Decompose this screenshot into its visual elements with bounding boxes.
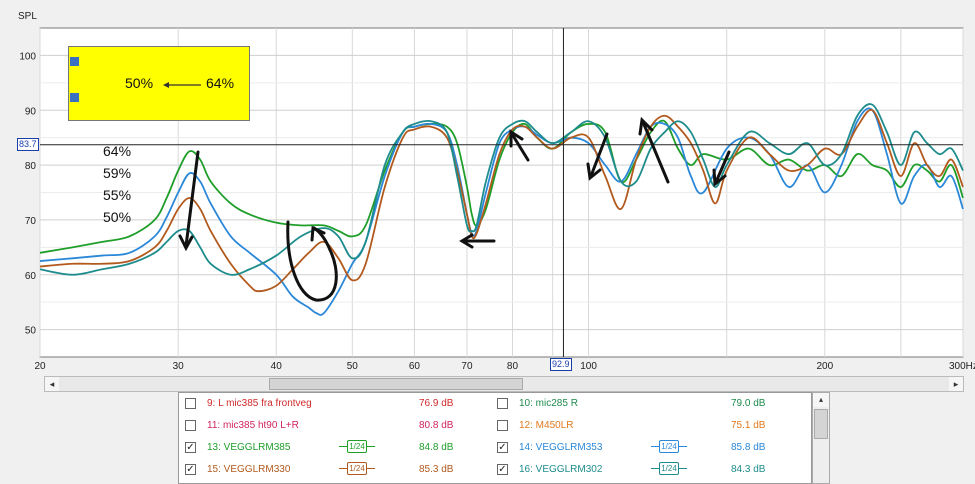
smoothing-icon[interactable]: 1/24	[339, 462, 377, 476]
legend-value: 75.1 dB	[731, 420, 766, 431]
note-arrow-icon	[163, 82, 201, 88]
smoothing-icon[interactable]: 1/24	[339, 440, 377, 454]
smoothing-label: 1/24	[347, 462, 367, 475]
note-from-percent: 50%	[125, 75, 154, 91]
legend-scrollbar[interactable]: ▴	[812, 392, 830, 484]
rew-window: 5060708090100 20304050607080100200300Hz …	[0, 0, 975, 484]
percent-label: 59%	[103, 165, 132, 181]
smoothing-label: 1/24	[659, 462, 679, 475]
legend-row[interactable]: ✓ 15: VEGGLRM330 1/24 85.3 dB	[179, 459, 479, 481]
legend-label: 11: mic385 ht90 L+R	[207, 420, 299, 431]
legend-scroll-thumb[interactable]	[814, 409, 828, 439]
x-tick-label: 30	[173, 361, 185, 372]
legend-label: 12: M450LR	[519, 420, 574, 431]
x-tick-label: 50	[347, 361, 359, 372]
x-tick-label: 300Hz	[949, 361, 975, 372]
note-handle-top	[70, 57, 79, 66]
cursor-x-readout: 92.9	[550, 358, 572, 371]
x-tick-label: 70	[461, 361, 473, 372]
measurement-legend: 9: L mic385 fra frontveg 76.9 dB 10: mic28…	[178, 392, 812, 484]
legend-value: 85.8 dB	[731, 442, 766, 453]
smoothing-icon[interactable]: 1/24	[651, 462, 689, 476]
y-tick-label: 60	[25, 271, 37, 282]
x-tick-label: 20	[34, 361, 46, 372]
smoothing-label: 1/24	[347, 440, 367, 453]
checkbox-checked[interactable]: ✓	[497, 442, 508, 453]
y-tick-label: 70	[25, 216, 37, 227]
y-tick-label: 100	[19, 51, 36, 62]
x-tick-label: 60	[409, 361, 421, 372]
legend-value: 79.0 dB	[731, 398, 766, 409]
checkbox-unchecked[interactable]	[497, 398, 508, 409]
checkbox-unchecked[interactable]	[497, 420, 508, 431]
legend-value: 85.3 dB	[419, 464, 454, 475]
x-tick-label: 80	[507, 361, 519, 372]
note-to-percent: 64%	[206, 75, 235, 91]
note-handle-bottom	[70, 93, 79, 102]
y-axis-ticks: 50 60 70 80 90 100	[19, 51, 36, 336]
legend-label: 14: VEGGLRM353	[519, 442, 603, 453]
percent-label: 55%	[103, 187, 132, 203]
legend-label: 15: VEGGLRM330	[207, 464, 291, 475]
checkbox-checked[interactable]: ✓	[185, 442, 196, 453]
legend-value: 80.8 dB	[419, 420, 454, 431]
annotation-note-box: 50% 64%	[68, 46, 250, 121]
percent-label: 50%	[103, 209, 132, 225]
x-axis-ticks: 20 30 40 50 60 70 80 100 200 300Hz	[34, 361, 975, 372]
scroll-left-button[interactable]: ◂	[45, 377, 59, 391]
y-tick-label: 50	[25, 326, 37, 337]
legend-row[interactable]: 10: mic285 R 79.0 dB	[491, 393, 791, 415]
legend-label: 9: L mic385 fra frontveg	[207, 398, 312, 409]
scroll-thumb[interactable]	[269, 378, 523, 390]
legend-label: 10: mic285 R	[519, 398, 578, 409]
smoothing-label: 1/24	[659, 440, 679, 453]
checkbox-unchecked[interactable]	[185, 398, 196, 409]
legend-label: 13: VEGGLRM385	[207, 442, 291, 453]
y-axis-label: SPL	[18, 11, 37, 22]
checkbox-unchecked[interactable]	[185, 420, 196, 431]
y-tick-label: 80	[25, 161, 37, 172]
cursor-y-readout: 83.7	[17, 138, 39, 151]
legend-row[interactable]: ✓ 13: VEGGLRM385 1/24 84.8 dB	[179, 437, 479, 459]
x-tick-label: 40	[271, 361, 283, 372]
legend-row[interactable]: ✓ 16: VEGGLRM302 1/24 84.3 dB	[491, 459, 791, 481]
checkbox-checked[interactable]: ✓	[497, 464, 508, 475]
x-tick-label: 200	[816, 361, 833, 372]
legend-row[interactable]: 12: M450LR 75.1 dB	[491, 415, 791, 437]
x-tick-label: 100	[580, 361, 597, 372]
horizontal-scrollbar[interactable]: ◂ ▸	[44, 376, 964, 392]
scroll-right-button[interactable]: ▸	[949, 377, 963, 391]
scroll-up-button[interactable]: ▴	[813, 393, 829, 407]
legend-row[interactable]: 9: L mic385 fra frontveg 76.9 dB	[179, 393, 479, 415]
percent-label: 64%	[103, 143, 132, 159]
checkbox-checked[interactable]: ✓	[185, 464, 196, 475]
legend-label: 16: VEGGLRM302	[519, 464, 603, 475]
y-tick-label: 90	[25, 106, 37, 117]
smoothing-icon[interactable]: 1/24	[651, 440, 689, 454]
legend-row[interactable]: ✓ 14: VEGGLRM353 1/24 85.8 dB	[491, 437, 791, 459]
legend-value: 84.3 dB	[731, 464, 766, 475]
legend-row[interactable]: 11: mic385 ht90 L+R 80.8 dB	[179, 415, 479, 437]
legend-value: 84.8 dB	[419, 442, 454, 453]
legend-value: 76.9 dB	[419, 398, 454, 409]
